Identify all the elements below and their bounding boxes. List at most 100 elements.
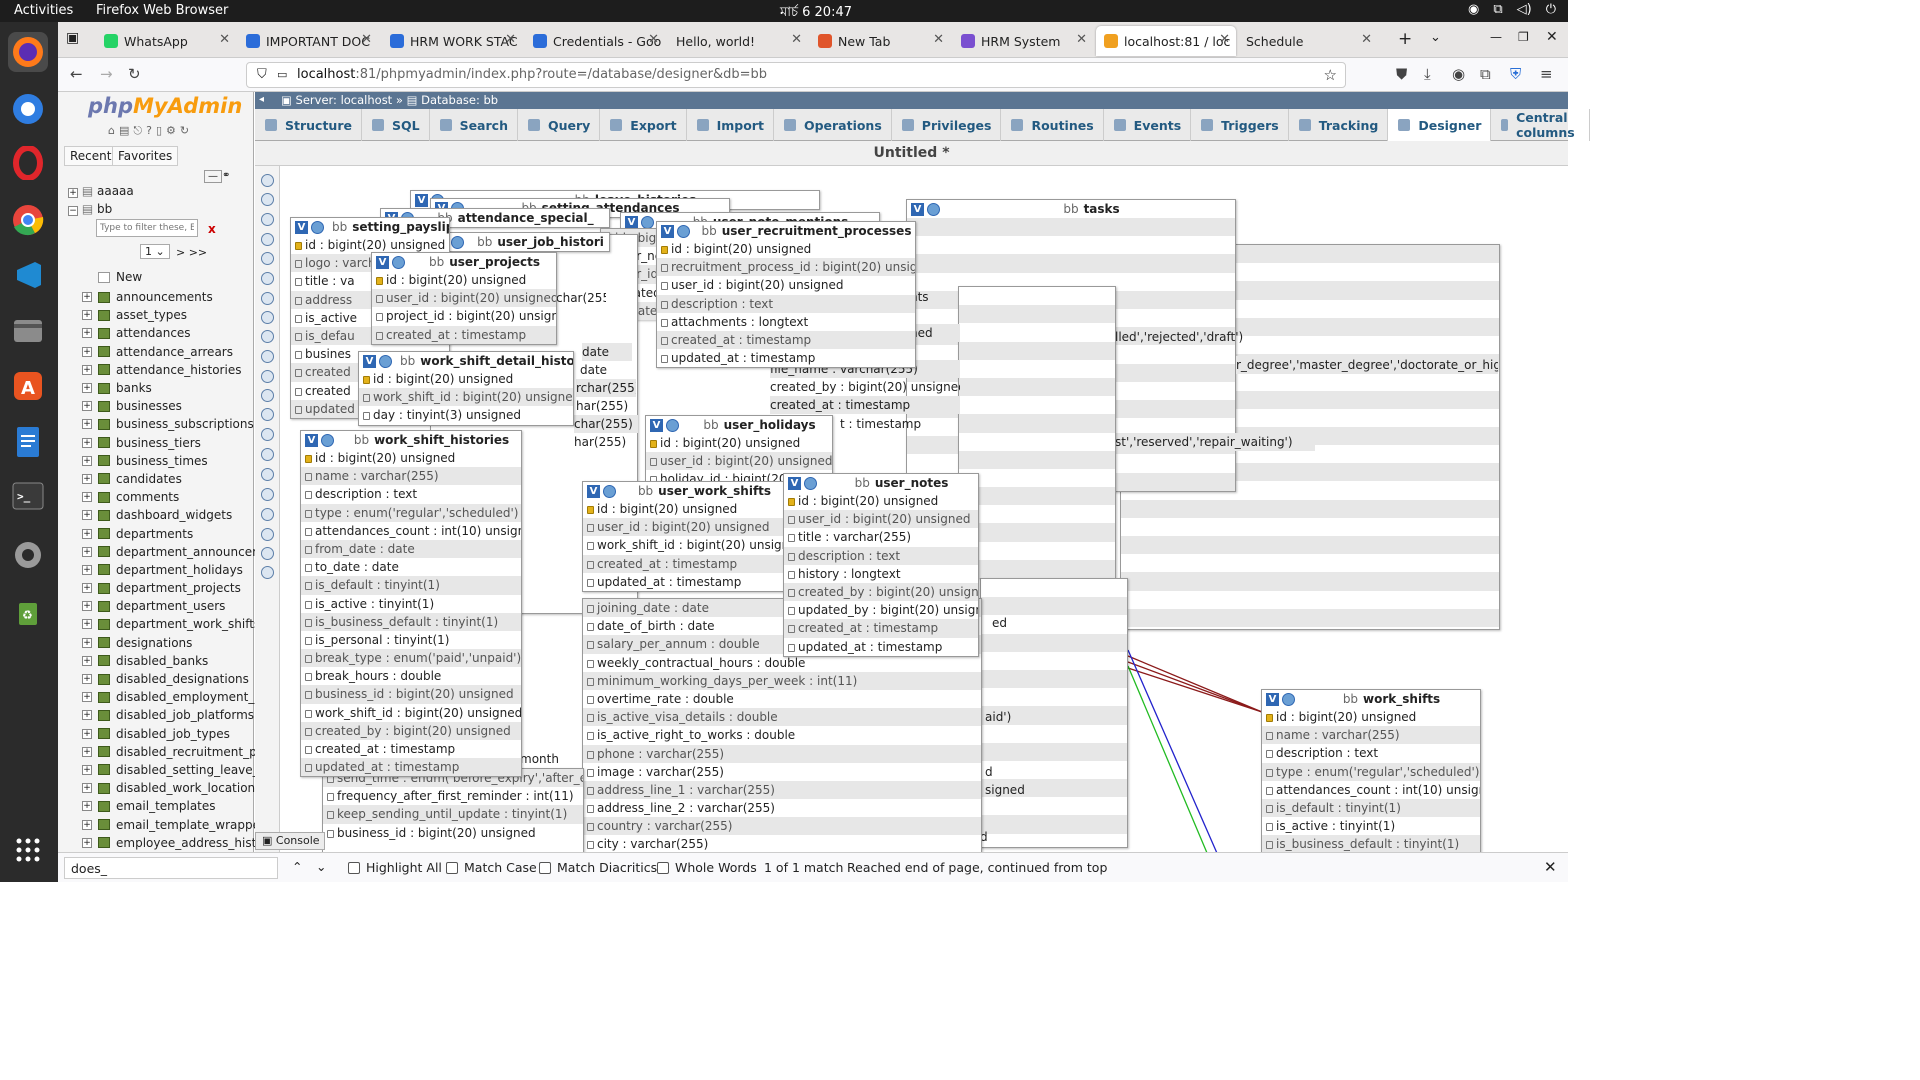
expand-icon[interactable]: + [82,764,92,775]
column-row[interactable]: updated_at : timestamp [657,349,915,367]
logout-icon[interactable]: ⎋ [133,124,142,138]
sidebar-table-item[interactable]: + disabled_work_locations [82,779,268,797]
expand-icon[interactable]: + [82,819,92,830]
link-icon[interactable]: ⚭ [222,170,230,181]
tab-4[interactable]: Credentials - Goo ✕ [525,26,665,56]
expand-icon[interactable]: + [82,655,92,666]
table-header[interactable]: Vbb setting_payslips [291,218,449,236]
expand-icon[interactable]: + [82,364,92,375]
sidebar-table-item[interactable]: + businesses [82,397,268,415]
toggle-columns-icon[interactable]: V [415,193,428,207]
toggle-small-icon[interactable] [261,488,274,501]
expand-icon[interactable]: + [82,783,92,794]
chromium-icon[interactable] [8,89,48,129]
column-row[interactable]: business_id : bigint(20) unsigned [323,824,583,842]
tab-query[interactable]: Query [518,109,601,141]
table-header[interactable]: Vbb work_shift_histories [301,431,521,449]
column-row[interactable]: break_type : enum('paid','unpaid') [301,649,521,668]
tab-search[interactable]: Search [430,109,518,141]
tab-5[interactable]: Hello, world! ✕ [668,26,808,56]
column-row[interactable]: address_line_2 : varchar(255) [583,799,981,817]
designer-table-partial[interactable] [958,286,1116,578]
tab-import[interactable]: Import [687,109,774,141]
sidebar-table-item[interactable]: + comments [82,488,268,506]
docs-icon[interactable]: ? [146,124,152,138]
tab-list-chevron-icon[interactable]: ⌄ [1430,30,1441,45]
tab-operations[interactable]: Operations [774,109,892,141]
sidebar-table-item[interactable]: + department_users [82,597,268,615]
column-row[interactable]: id : bigint(20) unsigned [359,370,573,388]
tab-central-columns[interactable]: Central columns [1491,109,1590,141]
column-row[interactable]: from_date : date [301,539,521,559]
sidebar-table-item[interactable]: + candidates [82,470,268,488]
expand-icon[interactable]: + [82,401,92,412]
column-row[interactable]: id : bigint(20) unsigned [1262,708,1480,726]
clock[interactable]: মার্চ 6 20:47 [780,3,852,24]
column-row[interactable]: user_id : bigint(20) unsigned [372,289,556,308]
sidebar-table-item[interactable]: + disabled_designations [82,670,268,688]
tab-export[interactable]: Export [600,109,687,141]
sidebar-table-item[interactable]: + email_templates [82,797,268,815]
column-row[interactable]: phone : varchar(255) [583,744,981,763]
column-row[interactable]: user_id : bigint(20) unsigned [657,276,915,294]
sidebar-table-item[interactable]: + attendance_histories [82,361,268,379]
column-row[interactable]: is_default : tinyint(1) [1262,798,1480,818]
column-row[interactable]: recruitment_process_id : bigint(20) unsi… [657,258,915,277]
settings-icon[interactable] [8,535,48,575]
toggle-columns-icon[interactable]: V [661,224,674,238]
column-row[interactable]: is_active : tinyint(1) [301,595,521,613]
expand-icon[interactable]: + [82,328,92,339]
help-icon[interactable] [261,330,274,343]
table-header[interactable]: Vbb tasks [907,200,1235,218]
expand-icon[interactable]: + [82,564,92,575]
column-row[interactable]: created_by : bigint(20) unsigned [301,721,521,740]
toggle-columns-icon[interactable]: V [305,433,318,447]
save-as-icon[interactable] [261,252,274,265]
column-row[interactable]: created_at : timestamp [372,325,556,344]
active-app-label[interactable]: Firefox Web Browser [96,3,228,18]
designer-table-user-work-shifts[interactable]: Vbb user_work_shifts id : bigint(20) unsig… [582,481,786,592]
account-icon[interactable]: ◉ [1452,65,1465,83]
tab-3[interactable]: HRM WORK STAC ✕ [382,26,522,56]
column-row[interactable]: is_active_visa_details : double [583,708,981,727]
chrome-tray-icon[interactable]: ◉ [1468,2,1479,17]
column-row[interactable]: work_shift_id : bigint(20) unsigned [583,536,785,554]
table-options-icon[interactable] [666,418,679,432]
tab-triggers[interactable]: Triggers [1191,109,1289,141]
tab-close-icon[interactable]: ✕ [1219,32,1230,47]
tab-close-icon[interactable]: ✕ [505,32,516,47]
designer-table-work-shifts[interactable]: Vbb work_shifts id : bigint(20) unsigned na… [1261,689,1481,860]
column-row[interactable]: title : varchar(255) [784,528,978,546]
designer-table-user-notes[interactable]: Vbb user_notes id : bigint(20) unsigned use… [783,473,979,657]
column-row[interactable]: work_shift_id : bigint(20) unsigned [359,388,573,407]
column-row[interactable]: description : text [784,546,978,565]
table-options-icon[interactable] [311,220,324,234]
settings-icon[interactable]: ⚙ [166,124,176,138]
bookmark-star-icon[interactable]: ☆ [1324,66,1337,84]
column-row[interactable]: address_line_1 : varchar(255) [583,780,981,800]
column-row[interactable]: frequency_after_first_reminder : int(11) [323,787,583,805]
table-header[interactable]: Vbb user_notes [784,474,978,492]
collapse-all-icon[interactable]: — [204,170,222,183]
table-options-icon[interactable] [804,476,817,490]
page-select[interactable]: 1 ⌄ [140,244,170,259]
collapse-icon[interactable] [261,468,274,481]
angular-links-icon[interactable] [261,350,274,363]
column-row[interactable]: history : longtext [784,565,978,583]
activities-button[interactable]: Activities [14,3,73,18]
system-tray[interactable]: ◉ ⧉ ◁) ⏻ [1468,2,1556,17]
column-row[interactable]: attendances_count : int(10) unsigned [301,522,521,540]
view-mode-icon[interactable] [261,508,274,521]
sidebar-table-item[interactable]: + disabled_employment_sta [82,688,268,706]
designer-table-user-job-histories[interactable]: Vbbuser_job_histori [430,232,610,252]
url-bar[interactable]: ⛉ ▭ localhost:81/phpmyadmin/index.php?ro… [246,62,1346,88]
tab-1[interactable]: WhatsApp ✕ [96,26,236,56]
find-input[interactable]: does_ [64,857,278,879]
sidebar-table-item[interactable]: + business_times [82,452,268,470]
sidebar-table-item[interactable]: + asset_types [82,306,268,324]
anchor-icon[interactable] [261,566,274,579]
favorites-button[interactable]: Favorites [112,146,179,166]
sidebar-table-item[interactable]: + department_announceme [82,543,268,561]
sidebar-table-item[interactable]: + disabled_recruitment_proc [82,743,268,761]
tab-privileges[interactable]: Privileges [892,109,1002,141]
